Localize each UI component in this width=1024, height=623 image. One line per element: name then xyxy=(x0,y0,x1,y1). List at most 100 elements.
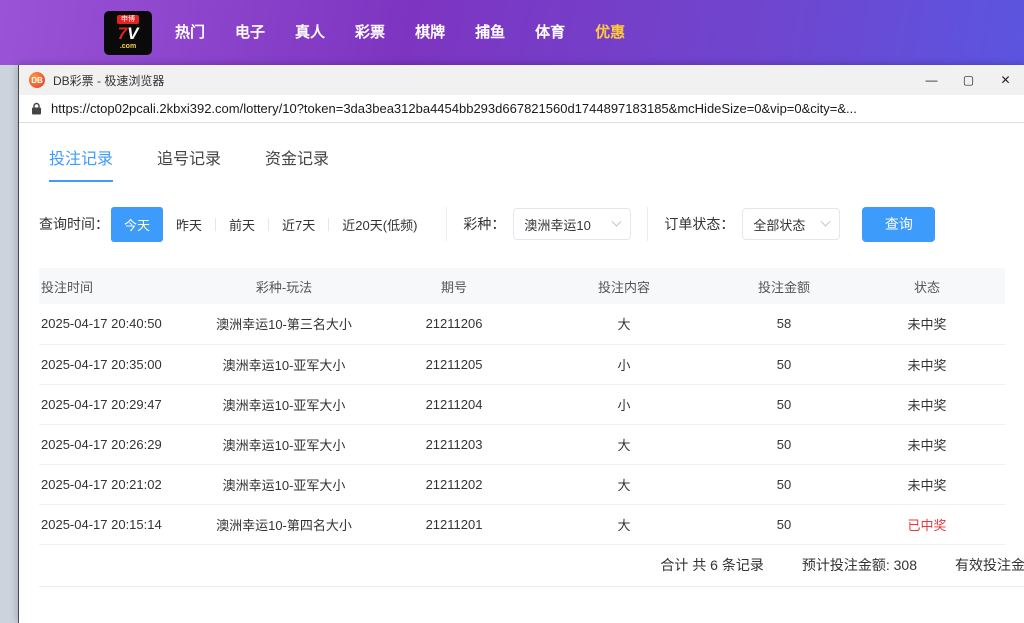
search-button[interactable]: 查询 xyxy=(862,206,936,242)
minimize-icon[interactable]: — xyxy=(913,65,950,95)
time-filter-label: 查询时间： xyxy=(39,216,109,232)
lock-icon xyxy=(31,102,42,115)
amount-cell: 50 xyxy=(719,384,849,425)
col-header-time: 投注时间 xyxy=(39,268,189,304)
address-bar[interactable]: https://ctop02pcali.2kbxi392.com/lottery… xyxy=(19,95,1024,123)
status-cell: 未中奖 xyxy=(849,384,1005,425)
logo-badge: 申博 xyxy=(117,15,139,24)
issue-cell: 21211205 xyxy=(379,344,529,385)
lottery-select-value: 澳洲幸运10 xyxy=(524,217,591,233)
close-icon[interactable]: ✕ xyxy=(987,65,1024,95)
col-header-amount: 投注金额 xyxy=(719,268,849,304)
game-cell: 澳洲幸运10-亚军大小 xyxy=(189,344,379,385)
site-top-nav: 申博 7V .com 热门 电子 真人 彩票 棋牌 捕鱼 体育 优惠 xyxy=(0,0,1024,65)
summary-valid-amount: 有效投注金 xyxy=(955,557,1024,573)
time-cell: 2025-04-17 20:35:00 xyxy=(39,344,189,385)
summary-total: 合计 共 6 条记录 xyxy=(660,557,764,573)
summary-bar: 合计 共 6 条记录 预计投注金额: 308 有效投注金 xyxy=(39,545,1024,587)
divider xyxy=(647,207,649,241)
amount-cell: 50 xyxy=(719,504,849,545)
issue-cell: 21211206 xyxy=(379,304,529,345)
maximize-icon[interactable]: ▢ xyxy=(950,65,987,95)
game-cell: 澳洲幸运10-亚军大小 xyxy=(189,424,379,465)
time-filter-group: 今天 昨天 前天 近7天 近20天(低频) xyxy=(111,206,430,242)
game-cell: 澳洲幸运10-第三名大小 xyxy=(189,304,379,345)
chevron-down-icon xyxy=(611,216,622,227)
order-status-select[interactable]: 全部状态 xyxy=(742,208,841,240)
time-cell: 2025-04-17 20:29:47 xyxy=(39,384,189,425)
nav-item-cards[interactable]: 棋牌 xyxy=(400,0,460,65)
lottery-select[interactable]: 澳洲幸运10 xyxy=(513,208,632,240)
content-cell: 大 xyxy=(529,304,719,345)
table-row: 2025-04-17 20:15:14 澳洲幸运10-第四名大小 2121120… xyxy=(39,504,1005,545)
issue-cell: 21211204 xyxy=(379,384,529,425)
tab-fund-records[interactable]: 资金记录 xyxy=(265,145,329,182)
divider xyxy=(446,207,448,241)
chevron-down-icon xyxy=(820,216,831,227)
filter-bar: 查询时间： 今天 昨天 前天 近7天 近20天(低频) 彩种： 澳洲幸运10 订… xyxy=(19,206,1024,242)
status-cell: 已中奖 xyxy=(849,504,1005,545)
status-cell: 未中奖 xyxy=(849,304,1005,345)
url-text[interactable]: https://ctop02pcali.2kbxi392.com/lottery… xyxy=(51,101,857,116)
site-logo[interactable]: 申博 7V .com xyxy=(104,10,152,55)
status-cell: 未中奖 xyxy=(849,424,1005,465)
time-cell: 2025-04-17 20:40:50 xyxy=(39,304,189,345)
bet-records-table: 投注时间 彩种-玩法 期号 投注内容 投注金额 状态 2025-04-17 20… xyxy=(39,268,1005,545)
issue-cell: 21211202 xyxy=(379,464,529,505)
order-status-value: 全部状态 xyxy=(753,217,806,233)
table-row: 2025-04-17 20:40:50 澳洲幸运10-第三名大小 2121120… xyxy=(39,304,1005,345)
nav-item-fishing[interactable]: 捕鱼 xyxy=(460,0,520,65)
amount-cell: 50 xyxy=(719,344,849,385)
game-cell: 澳洲幸运10-亚军大小 xyxy=(189,464,379,505)
browser-window: DB DB彩票 - 极速浏览器 — ▢ ✕ https://ctop02pcal… xyxy=(18,65,1024,623)
content-cell: 大 xyxy=(529,424,719,465)
game-cell: 澳洲幸运10-第四名大小 xyxy=(189,504,379,545)
time-cell: 2025-04-17 20:26:29 xyxy=(39,424,189,465)
content-cell: 大 xyxy=(529,464,719,505)
amount-cell: 50 xyxy=(719,424,849,465)
window-title: DB彩票 - 极速浏览器 xyxy=(53,73,165,88)
order-status-label: 订单状态： xyxy=(664,216,735,232)
issue-cell: 21211201 xyxy=(379,504,529,545)
tab-chase-records[interactable]: 追号记录 xyxy=(157,145,221,182)
col-header-game: 彩种-玩法 xyxy=(189,268,379,304)
nav-item-slots[interactable]: 电子 xyxy=(220,0,280,65)
nav-item-lottery[interactable]: 彩票 xyxy=(340,0,400,65)
content-cell: 大 xyxy=(529,504,719,545)
table-header-row: 投注时间 彩种-玩法 期号 投注内容 投注金额 状态 xyxy=(39,268,1005,304)
time-filter-day-before[interactable]: 前天 xyxy=(216,207,268,242)
site-menu: 热门 电子 真人 彩票 棋牌 捕鱼 体育 优惠 xyxy=(160,0,640,65)
table-row: 2025-04-17 20:29:47 澳洲幸运10-亚军大小 21211204… xyxy=(39,384,1005,425)
time-filter-today[interactable]: 今天 xyxy=(111,206,164,242)
summary-expected-amount: 预计投注金额: 308 xyxy=(801,557,917,573)
nav-item-hot[interactable]: 热门 xyxy=(160,0,220,65)
table-row: 2025-04-17 20:26:29 澳洲幸运10-亚军大小 21211203… xyxy=(39,424,1005,465)
time-filter-20days[interactable]: 近20天(低频) xyxy=(329,207,430,242)
status-cell: 未中奖 xyxy=(849,464,1005,505)
amount-cell: 58 xyxy=(719,304,849,345)
col-header-content: 投注内容 xyxy=(529,268,719,304)
logo-domain: .com xyxy=(119,43,137,50)
page-content: 投注记录 追号记录 资金记录 查询时间： 今天 昨天 前天 近7天 近20天(低… xyxy=(19,123,1024,623)
content-cell: 小 xyxy=(529,384,719,425)
issue-cell: 21211203 xyxy=(379,424,529,465)
content-cell: 小 xyxy=(529,344,719,385)
status-cell: 未中奖 xyxy=(849,344,1005,385)
window-titlebar[interactable]: DB DB彩票 - 极速浏览器 — ▢ ✕ xyxy=(19,65,1024,95)
tab-bet-records[interactable]: 投注记录 xyxy=(49,145,114,182)
logo-brand: 7V xyxy=(117,24,139,43)
nav-item-live[interactable]: 真人 xyxy=(280,0,340,65)
time-cell: 2025-04-17 20:15:14 xyxy=(39,504,189,545)
nav-item-sports[interactable]: 体育 xyxy=(520,0,580,65)
record-tabs: 投注记录 追号记录 资金记录 xyxy=(19,123,1024,182)
time-filter-yesterday[interactable]: 昨天 xyxy=(163,207,215,242)
table-row: 2025-04-17 20:35:00 澳洲幸运10-亚军大小 21211205… xyxy=(39,344,1005,385)
col-header-status: 状态 xyxy=(849,268,1005,304)
nav-item-promo[interactable]: 优惠 xyxy=(580,0,640,65)
window-controls: — ▢ ✕ xyxy=(913,65,1024,95)
col-header-issue: 期号 xyxy=(379,268,529,304)
lottery-select-label: 彩种： xyxy=(463,216,506,232)
game-cell: 澳洲幸运10-亚军大小 xyxy=(189,384,379,425)
time-filter-7days[interactable]: 近7天 xyxy=(269,207,328,242)
time-cell: 2025-04-17 20:21:02 xyxy=(39,464,189,505)
